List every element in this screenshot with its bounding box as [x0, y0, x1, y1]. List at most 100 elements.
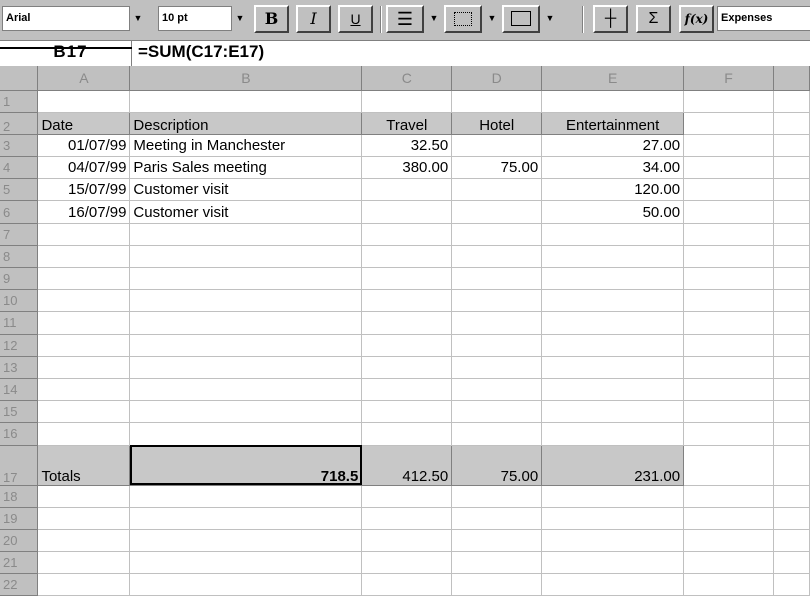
column-header-f[interactable]: F — [683, 66, 774, 91]
fill-button[interactable] — [502, 5, 540, 33]
font-size-combo[interactable]: 10 pt — [158, 6, 232, 31]
cell-date[interactable]: 04/07/99 — [37, 156, 131, 180]
cell[interactable] — [361, 507, 453, 530]
cell[interactable] — [683, 422, 774, 446]
cell[interactable] — [541, 573, 685, 597]
cell[interactable] — [37, 356, 131, 379]
row-header[interactable]: 5 — [0, 178, 39, 202]
row-header[interactable]: 17 — [0, 445, 39, 486]
cell[interactable] — [773, 378, 810, 402]
cell[interactable] — [129, 334, 363, 357]
cell[interactable] — [683, 378, 774, 402]
cell[interactable] — [683, 334, 774, 357]
cell-hotel[interactable] — [451, 178, 543, 202]
row-header[interactable]: 2 — [0, 112, 39, 135]
header-entertainment[interactable]: Entertainment — [541, 112, 685, 135]
cell[interactable] — [37, 529, 131, 553]
cell-entertainment[interactable]: 50.00 — [541, 200, 685, 224]
column-header-b[interactable]: B — [129, 66, 363, 91]
cell[interactable] — [541, 90, 685, 113]
cell[interactable] — [683, 400, 774, 424]
row-header[interactable]: 21 — [0, 551, 39, 575]
cell[interactable] — [361, 529, 453, 553]
select-all-corner[interactable] — [0, 66, 39, 91]
cell[interactable] — [683, 551, 774, 575]
cell-description[interactable]: Paris Sales meeting — [129, 156, 363, 180]
borders-dropdown-arrow-icon[interactable]: ▼ — [484, 7, 500, 30]
cell[interactable] — [773, 178, 810, 202]
cell[interactable] — [683, 507, 774, 530]
cell[interactable] — [773, 400, 810, 424]
cell[interactable] — [37, 267, 131, 291]
cell[interactable] — [361, 223, 453, 246]
cell[interactable] — [773, 445, 810, 486]
cell[interactable] — [451, 289, 543, 313]
row-header[interactable]: 4 — [0, 156, 39, 180]
cell[interactable] — [683, 445, 774, 486]
total-hotel[interactable]: 75.00 — [451, 445, 543, 486]
cell-hotel[interactable] — [451, 200, 543, 224]
row-header[interactable]: 18 — [0, 485, 39, 508]
header-hotel[interactable]: Hotel — [451, 112, 543, 135]
cell[interactable] — [37, 90, 131, 113]
bold-button[interactable]: B — [254, 5, 289, 33]
underline-button[interactable]: U — [338, 5, 373, 33]
cell[interactable] — [129, 422, 363, 446]
column-header-d[interactable]: D — [451, 66, 543, 91]
cell[interactable] — [541, 289, 685, 313]
cell[interactable] — [37, 223, 131, 246]
total-entertainment[interactable]: 231.00 — [541, 445, 685, 486]
cell[interactable] — [451, 245, 543, 269]
row-header[interactable]: 12 — [0, 334, 39, 357]
header-description[interactable]: Description — [129, 112, 363, 135]
cell[interactable] — [683, 289, 774, 313]
cell[interactable] — [451, 267, 543, 291]
cell[interactable] — [541, 422, 685, 446]
cell[interactable] — [129, 245, 363, 269]
cell[interactable] — [361, 334, 453, 357]
cell[interactable] — [773, 573, 810, 597]
cell[interactable] — [773, 112, 810, 135]
cell[interactable] — [37, 422, 131, 446]
cell[interactable] — [773, 529, 810, 553]
cell-date[interactable]: 15/07/99 — [37, 178, 131, 202]
column-header-a[interactable]: A — [37, 66, 131, 91]
totals-label[interactable]: Totals — [37, 445, 131, 486]
cell[interactable] — [129, 289, 363, 313]
cell[interactable] — [683, 356, 774, 379]
cell-hotel[interactable] — [451, 134, 543, 158]
cell[interactable] — [683, 134, 774, 158]
cell[interactable] — [683, 485, 774, 508]
cell[interactable] — [451, 507, 543, 530]
cell[interactable] — [541, 267, 685, 291]
cell[interactable] — [683, 245, 774, 269]
cell-travel[interactable] — [361, 200, 453, 224]
header-date[interactable]: Date — [37, 112, 131, 135]
row-header[interactable]: 13 — [0, 356, 39, 379]
cell[interactable] — [37, 378, 131, 402]
cell[interactable] — [129, 356, 363, 379]
cell[interactable] — [361, 267, 453, 291]
cell[interactable] — [37, 573, 131, 597]
row-header[interactable]: 22 — [0, 573, 39, 597]
cell[interactable] — [129, 573, 363, 597]
cell[interactable] — [451, 551, 543, 575]
cell[interactable] — [773, 245, 810, 269]
cell[interactable] — [541, 400, 685, 424]
align-dropdown-arrow-icon[interactable]: ▼ — [426, 7, 442, 30]
cell[interactable] — [773, 267, 810, 291]
cell[interactable] — [773, 223, 810, 246]
font-size-dropdown-arrow-icon[interactable]: ▼ — [232, 7, 248, 30]
cell[interactable] — [683, 223, 774, 246]
cell[interactable] — [451, 378, 543, 402]
sheet-name-field[interactable]: Expenses — [717, 6, 810, 31]
cell-description[interactable]: Meeting in Manchester — [129, 134, 363, 158]
cell[interactable] — [361, 485, 453, 508]
cell[interactable] — [541, 311, 685, 335]
cell[interactable] — [541, 356, 685, 379]
autosum-button[interactable]: Σ — [636, 5, 671, 33]
borders-button[interactable] — [444, 5, 482, 33]
grand-total-cell[interactable]: 718.5 — [129, 445, 363, 486]
cell[interactable] — [451, 529, 543, 553]
cell[interactable] — [541, 223, 685, 246]
